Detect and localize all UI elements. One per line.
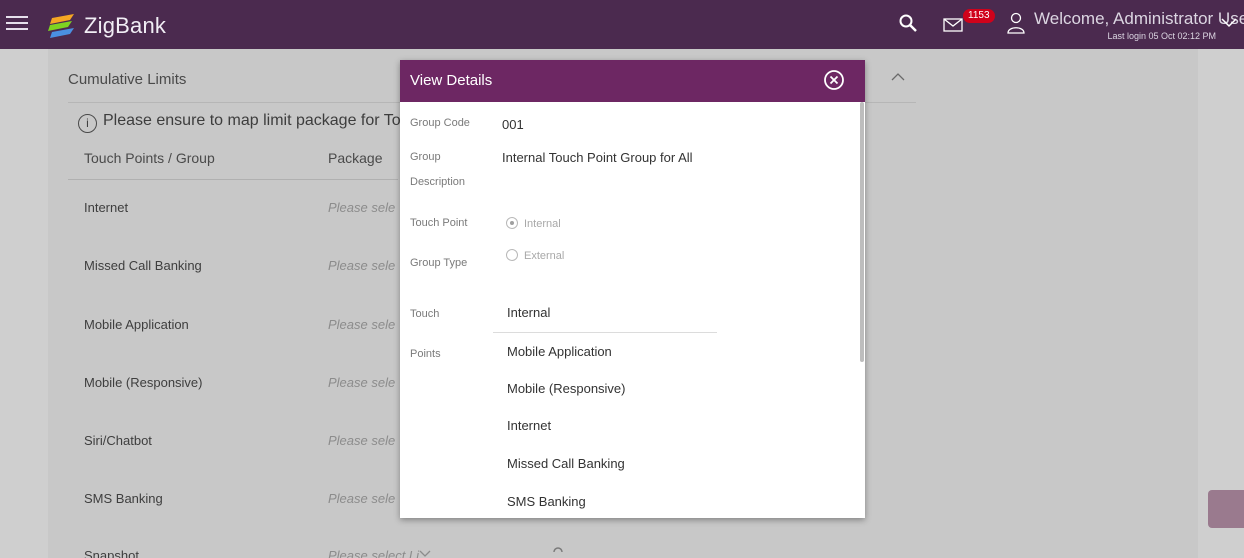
touch-point-item: Mobile Application (507, 344, 612, 359)
info-message: i Please ensure to map limit package for … (78, 112, 418, 133)
user-icon[interactable] (1006, 12, 1026, 34)
modal-title: View Details (410, 72, 493, 89)
divider (493, 332, 717, 333)
group-description-value: Internal Touch Point Group for All (502, 150, 693, 165)
brand-name: ZigBank (84, 13, 167, 38)
column-header-package: Package (328, 150, 383, 166)
row-label-missed-call-banking: Missed Call Banking (84, 258, 202, 273)
package-select[interactable]: Please sele (328, 433, 395, 448)
view-details-modal: View Details Group Code 001 Group Descri… (400, 60, 865, 518)
touch-point-item: SMS Banking (507, 494, 586, 509)
search-icon[interactable] (898, 13, 918, 33)
welcome-text[interactable]: Welcome, Administrator User (1034, 9, 1244, 29)
touch-point-group-type-label-2: Group Type (410, 257, 468, 269)
top-header: ZigBank 1153 Welcome, Administrator User… (0, 0, 1244, 49)
package-select[interactable]: Please sele (328, 491, 395, 506)
row-label-mobile-application: Mobile Application (84, 317, 189, 332)
modal-header: View Details (400, 60, 865, 102)
divider (68, 179, 398, 180)
close-icon[interactable] (823, 69, 845, 91)
row-label-internet: Internet (84, 200, 129, 215)
touch-point-group-type-label-1: Touch Point (410, 217, 468, 229)
info-icon: i (78, 114, 97, 133)
package-select[interactable]: Please sele (328, 200, 395, 215)
package-select[interactable]: Please select Li (328, 548, 419, 558)
scroll-to-top-button[interactable] (1208, 490, 1244, 528)
hamburger-menu-icon[interactable] (6, 12, 28, 34)
zigbank-logo-icon (48, 14, 74, 38)
radio-selected-icon (506, 217, 518, 229)
group-code-value: 001 (502, 117, 524, 132)
chevron-up-icon[interactable] (890, 71, 906, 83)
chevron-down-icon[interactable] (418, 548, 432, 558)
row-label-mobile-responsive: Mobile (Responsive) (84, 375, 203, 390)
touch-points-label-1: Touch (410, 308, 440, 320)
refresh-icon[interactable] (550, 543, 566, 557)
package-select[interactable]: Please sele (328, 317, 395, 332)
chevron-down-icon[interactable] (1220, 14, 1238, 32)
row-label-sms-banking: SMS Banking (84, 491, 163, 506)
column-header-touch-points: Touch Points / Group (84, 150, 215, 166)
group-code-label: Group Code (410, 117, 470, 129)
group-description-label-2: Description (410, 176, 466, 188)
radio-external[interactable]: External (506, 249, 564, 262)
modal-scrollbar[interactable] (860, 102, 864, 362)
radio-internal[interactable]: Internal (506, 217, 561, 230)
touch-point-item: Internal (507, 305, 551, 320)
mail-icon[interactable] (943, 18, 963, 32)
notification-badge[interactable]: 1153 (963, 9, 995, 23)
package-select[interactable]: Please sele (328, 375, 395, 390)
last-login-text: Last login 05 Oct 02:12 PM (1107, 31, 1216, 41)
radio-external-label: External (524, 250, 565, 262)
touch-point-item: Mobile (Responsive) (507, 381, 626, 396)
group-description-label-1: Group (410, 151, 441, 163)
info-text: Please ensure to map limit package for T… (103, 112, 418, 129)
section-title: Cumulative Limits (68, 71, 187, 88)
row-label-siri-chatbot: Siri/Chatbot (84, 433, 152, 448)
touch-points-label-2: Points (410, 348, 441, 360)
package-select[interactable]: Please sele (328, 258, 395, 273)
touch-point-item: Missed Call Banking (507, 456, 625, 471)
radio-unselected-icon (506, 249, 518, 261)
radio-internal-label: Internal (524, 218, 561, 230)
row-label-snapshot: Snapshot (84, 548, 139, 558)
touch-point-item: Internet (507, 418, 552, 433)
